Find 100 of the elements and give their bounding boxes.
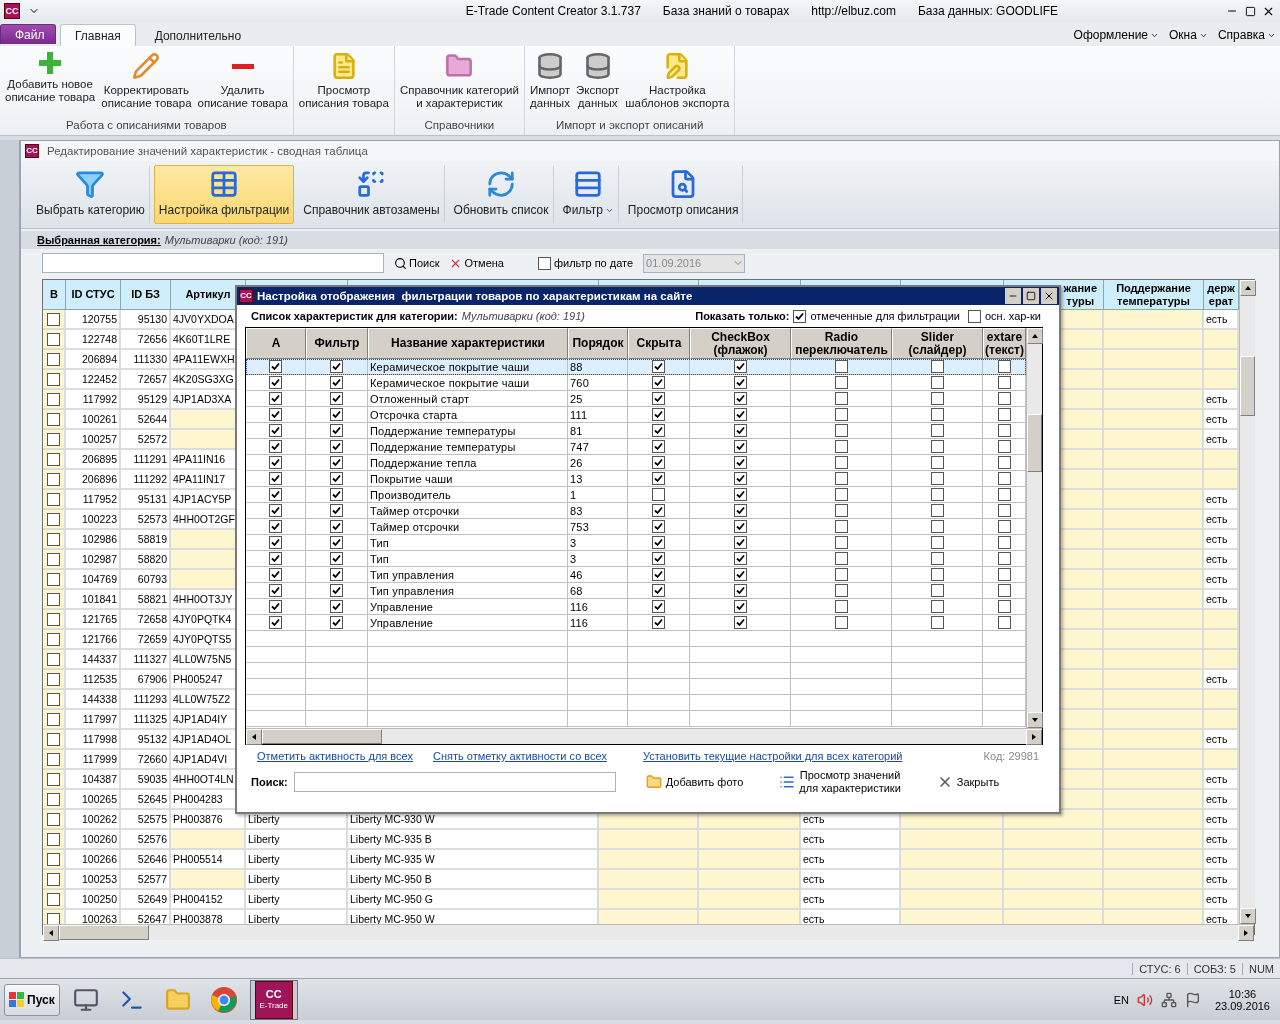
checkbox[interactable] <box>330 552 343 565</box>
checkbox[interactable] <box>47 692 60 706</box>
checkbox[interactable] <box>269 488 282 501</box>
ribbon-button[interactable]: Импорт данных <box>526 46 574 119</box>
checkbox[interactable] <box>269 392 282 405</box>
checkbox[interactable] <box>930 520 944 533</box>
checkbox[interactable] <box>47 352 60 366</box>
ribbon-button[interactable]: Корректировать описание товара <box>98 46 195 119</box>
ribbon-button[interactable]: Удалить описание товара <box>194 46 291 119</box>
column-header[interactable]: B <box>43 280 66 310</box>
file-menu-button[interactable]: Файл <box>0 24 56 44</box>
checkbox[interactable] <box>652 520 665 533</box>
checkbox[interactable] <box>652 424 665 437</box>
checkbox[interactable] <box>269 424 282 437</box>
checkbox[interactable] <box>834 568 848 581</box>
checkbox[interactable] <box>47 412 60 426</box>
grid-row[interactable]: Управление 116 <box>246 599 1026 615</box>
checkbox[interactable] <box>269 472 282 485</box>
close-button[interactable] <box>1041 288 1057 304</box>
checkbox[interactable] <box>330 504 343 517</box>
menu-item[interactable]: Окна <box>1169 28 1208 42</box>
grid-row[interactable]: Поддержание тепла 26 <box>246 455 1026 471</box>
checkbox[interactable] <box>930 424 944 437</box>
checkbox[interactable] <box>652 456 665 469</box>
checkbox[interactable] <box>330 392 343 405</box>
checkbox[interactable] <box>733 472 747 485</box>
network-icon[interactable] <box>1160 991 1177 1008</box>
checkbox[interactable] <box>997 536 1011 549</box>
checkbox[interactable] <box>47 712 60 726</box>
scroll-button[interactable] <box>1240 280 1256 296</box>
checkbox[interactable] <box>930 536 944 549</box>
checkbox[interactable] <box>834 456 848 469</box>
checkbox[interactable] <box>652 472 665 485</box>
checkbox[interactable] <box>834 408 848 421</box>
grid-row[interactable]: Таймер отсрочки 83 <box>246 503 1026 519</box>
checkbox[interactable] <box>930 456 944 469</box>
checkbox[interactable] <box>733 536 747 549</box>
checkbox[interactable] <box>834 616 848 629</box>
column-header[interactable]: A <box>246 328 306 359</box>
checkbox[interactable] <box>930 360 944 373</box>
ribbon-button[interactable]: Настройка шаблонов экспорта <box>622 46 733 119</box>
checkbox[interactable] <box>47 772 60 786</box>
ribbon-button[interactable]: Добавить новое описание товара <box>2 46 99 119</box>
checkbox[interactable] <box>733 568 747 581</box>
toolbar-button[interactable]: Справочник автозамены <box>298 165 445 224</box>
checkbox[interactable] <box>330 376 343 389</box>
checkbox[interactable] <box>930 504 944 517</box>
search-button[interactable]: Поиск <box>394 256 440 270</box>
checkbox[interactable] <box>47 912 60 924</box>
checkbox[interactable] <box>47 792 60 806</box>
checkbox[interactable] <box>47 432 60 446</box>
grid-row[interactable]: Отсрочка старта 111 <box>246 407 1026 423</box>
checkbox[interactable] <box>834 440 848 453</box>
toolbar-button[interactable]: Фильтр <box>557 165 619 224</box>
checkbox[interactable] <box>834 600 848 613</box>
grid-row[interactable]: Поддержание температуры 747 <box>246 439 1026 455</box>
checkbox[interactable] <box>47 812 60 826</box>
checkbox[interactable] <box>330 600 343 613</box>
checkbox[interactable] <box>930 408 944 421</box>
toolbar-button[interactable]: Выбрать категорию <box>31 165 150 224</box>
checkbox[interactable] <box>269 568 282 581</box>
toolbar-button[interactable]: Обновить список <box>448 165 554 224</box>
scroll-thumb[interactable] <box>262 729 382 744</box>
dialog-button[interactable]: Закрыть <box>936 774 1000 790</box>
checkbox[interactable] <box>930 616 944 629</box>
column-header[interactable]: CheckBox (флажок) <box>690 328 791 359</box>
column-header[interactable]: Порядок <box>568 328 628 359</box>
checkbox[interactable] <box>47 892 60 906</box>
scroll-button[interactable] <box>1027 328 1043 344</box>
checkbox[interactable] <box>733 616 747 629</box>
checkbox[interactable] <box>652 408 665 421</box>
speaker-icon[interactable] <box>1136 991 1153 1008</box>
checkbox[interactable] <box>997 456 1011 469</box>
grid-row[interactable]: Поддержание температуры 81 <box>246 423 1026 439</box>
toolbar-button[interactable]: Настройка фильтрации <box>153 165 295 224</box>
flag-icon[interactable] <box>1184 991 1201 1008</box>
search-field[interactable] <box>42 253 384 273</box>
checkbox[interactable] <box>47 492 60 506</box>
cancel-button[interactable]: Отмена <box>449 256 504 270</box>
checkbox[interactable] <box>997 376 1011 389</box>
checkbox[interactable] <box>330 360 343 373</box>
checkbox[interactable] <box>47 312 60 326</box>
checkbox[interactable] <box>733 424 747 437</box>
taskbar-app[interactable]: CC E-Trade <box>249 979 298 1020</box>
grid-row[interactable]: Покрытие чаши 13 <box>246 471 1026 487</box>
dialog-button[interactable]: Добавить фото <box>645 774 744 790</box>
checkbox[interactable] <box>47 372 60 386</box>
checkbox[interactable] <box>47 752 60 766</box>
checkbox[interactable] <box>330 520 343 533</box>
checkbox[interactable] <box>652 360 665 373</box>
checkbox[interactable] <box>997 424 1011 437</box>
checkbox[interactable] <box>652 376 665 389</box>
checkbox[interactable] <box>733 584 747 597</box>
checkbox[interactable] <box>834 504 848 517</box>
checkbox[interactable] <box>47 452 60 466</box>
grid-row[interactable]: Тип управления 46 <box>246 567 1026 583</box>
checkbox[interactable] <box>330 456 343 469</box>
checkbox[interactable] <box>47 392 60 406</box>
checkbox[interactable] <box>733 600 747 613</box>
ribbon-tab[interactable]: Главная <box>60 24 136 46</box>
